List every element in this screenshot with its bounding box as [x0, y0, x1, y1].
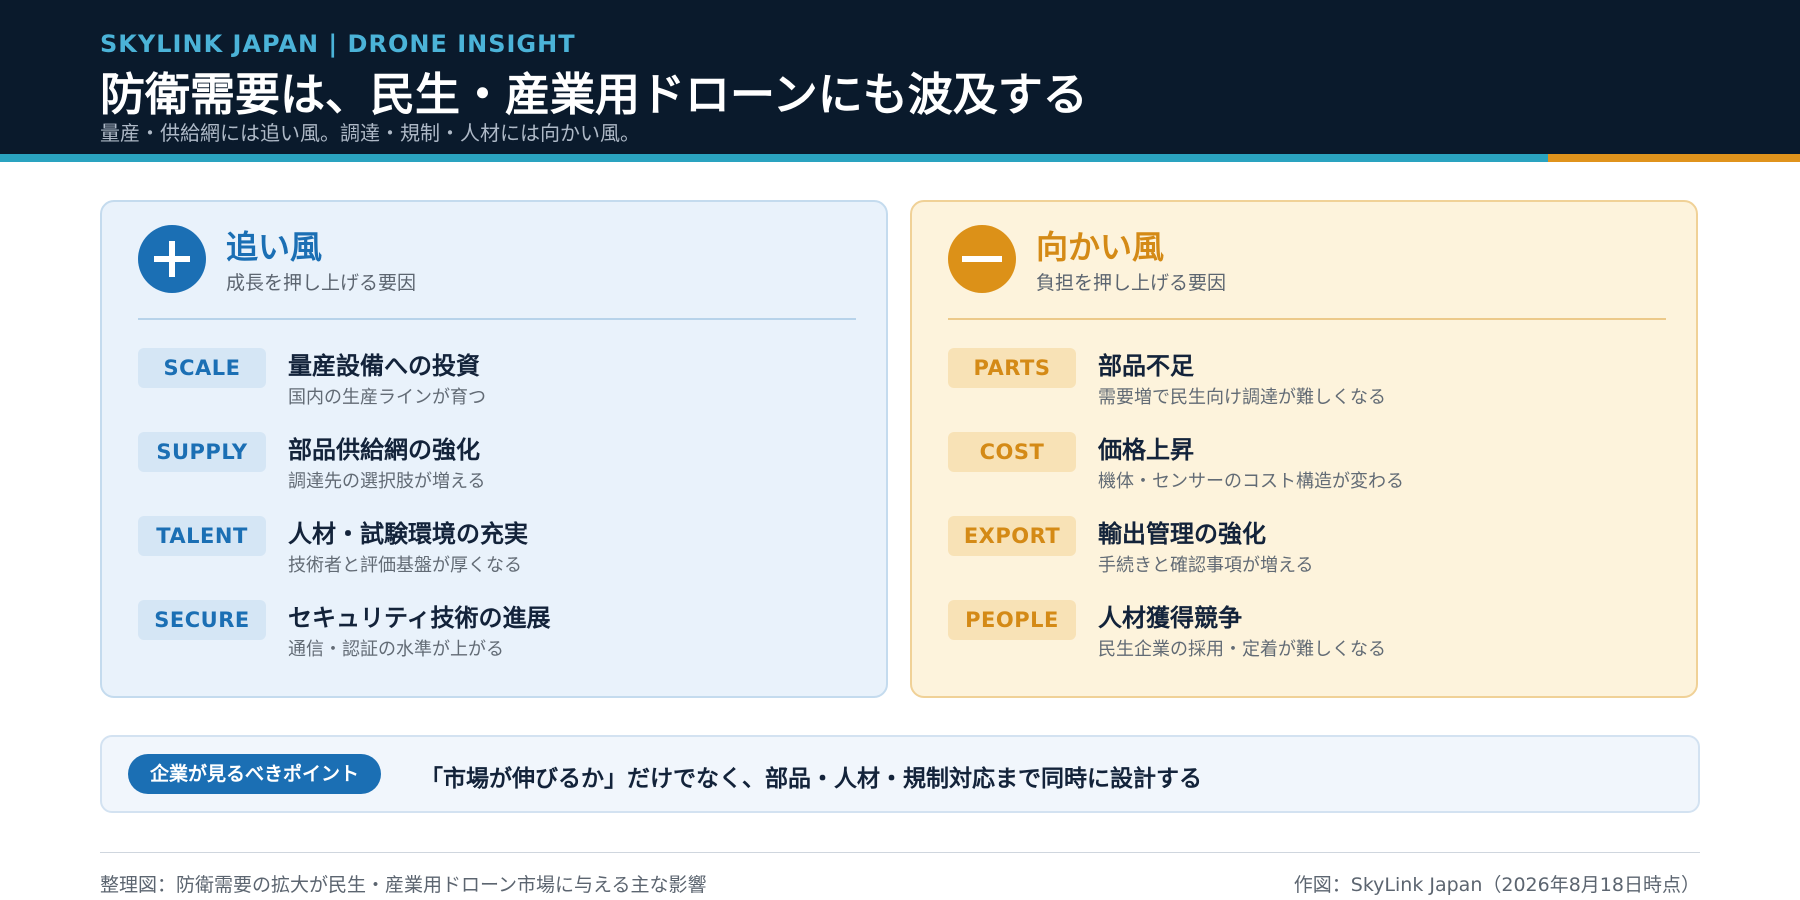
- headwinds-title: 向かい風: [1036, 228, 1165, 266]
- plus-icon: [138, 225, 206, 293]
- tailwinds-title: 追い風: [226, 228, 323, 266]
- factor-description: 需要増で民生向け調達が難しくなる: [1098, 387, 1386, 408]
- list-item: EXPORT 輸出管理の強化 手続きと確認事項が増える: [948, 516, 1688, 588]
- accent-stripe-teal: [0, 154, 1548, 162]
- factor-description: 民生企業の採用・定着が難しくなる: [1098, 639, 1386, 660]
- footer-credit: 作図：SkyLink Japan（2026年8月18日時点）: [1293, 874, 1700, 896]
- list-item: COST 価格上昇 機体・センサーのコスト構造が変わる: [948, 432, 1688, 504]
- key-point-badge: 企業が見るべきポイント: [128, 754, 381, 794]
- minus-icon: [948, 225, 1016, 293]
- factor-tag: PARTS: [948, 348, 1076, 388]
- list-item: PEOPLE 人材獲得競争 民生企業の採用・定着が難しくなる: [948, 600, 1688, 672]
- key-point-text: 「市場が伸びるか」だけでなく、部品・人材・規制対応まで同時に設計する: [420, 766, 1202, 792]
- factor-title: 輸出管理の強化: [1098, 520, 1266, 548]
- factor-description: 調達先の選択肢が増える: [288, 471, 486, 492]
- list-item: SECURE セキュリティ技術の進展 通信・認証の水準が上がる: [138, 600, 878, 672]
- factor-tag: COST: [948, 432, 1076, 472]
- factor-tag: EXPORT: [948, 516, 1076, 556]
- factor-title: 人材獲得競争: [1098, 604, 1242, 632]
- factor-title: セキュリティ技術の進展: [288, 604, 551, 632]
- factor-tag: TALENT: [138, 516, 266, 556]
- divider: [948, 318, 1666, 320]
- page-title: 防衛需要は、民生・産業用ドローンにも波及する: [100, 68, 1088, 121]
- factor-title: 人材・試験環境の充実: [288, 520, 528, 548]
- factor-description: 国内の生産ラインが育つ: [288, 387, 486, 408]
- factor-description: 機体・センサーのコスト構造が変わる: [1098, 471, 1404, 492]
- factor-title: 量産設備への投資: [288, 352, 480, 380]
- key-point-box: 企業が見るべきポイント 「市場が伸びるか」だけでなく、部品・人材・規制対応まで同…: [100, 735, 1700, 813]
- factor-tag: SUPPLY: [138, 432, 266, 472]
- tailwinds-panel: 追い風 成長を押し上げる要因 SCALE 量産設備への投資 国内の生産ラインが育…: [100, 200, 888, 698]
- factor-description: 手続きと確認事項が増える: [1098, 555, 1314, 576]
- factor-title: 部品供給網の強化: [288, 436, 480, 464]
- header-eyebrow: SKYLINK JAPAN | DRONE INSIGHT: [100, 30, 576, 58]
- headwinds-subtitle: 負担を押し上げる要因: [1036, 272, 1227, 294]
- factor-tag: SCALE: [138, 348, 266, 388]
- list-item: SUPPLY 部品供給網の強化 調達先の選択肢が増える: [138, 432, 878, 504]
- page-subtitle: 量産・供給網には追い風。調達・規制・人材には向かい風。: [100, 121, 640, 145]
- tailwinds-subtitle: 成長を押し上げる要因: [226, 272, 417, 294]
- factor-tag: PEOPLE: [948, 600, 1076, 640]
- list-item: SCALE 量産設備への投資 国内の生産ラインが育つ: [138, 348, 878, 420]
- footer-caption: 整理図：防衛需要の拡大が民生・産業用ドローン市場に与える主な影響: [100, 874, 707, 896]
- factor-title: 部品不足: [1098, 352, 1194, 380]
- factor-tag: SECURE: [138, 600, 266, 640]
- divider: [138, 318, 856, 320]
- footer-divider: [100, 852, 1700, 853]
- factor-description: 通信・認証の水準が上がる: [288, 639, 504, 660]
- list-item: PARTS 部品不足 需要増で民生向け調達が難しくなる: [948, 348, 1688, 420]
- factor-title: 価格上昇: [1098, 436, 1194, 464]
- headwinds-panel: 向かい風 負担を押し上げる要因 PARTS 部品不足 需要増で民生向け調達が難し…: [910, 200, 1698, 698]
- factor-description: 技術者と評価基盤が厚くなる: [288, 555, 522, 576]
- header: SKYLINK JAPAN | DRONE INSIGHT 防衛需要は、民生・産…: [0, 0, 1800, 162]
- accent-stripe-orange: [1548, 154, 1800, 162]
- list-item: TALENT 人材・試験環境の充実 技術者と評価基盤が厚くなる: [138, 516, 878, 588]
